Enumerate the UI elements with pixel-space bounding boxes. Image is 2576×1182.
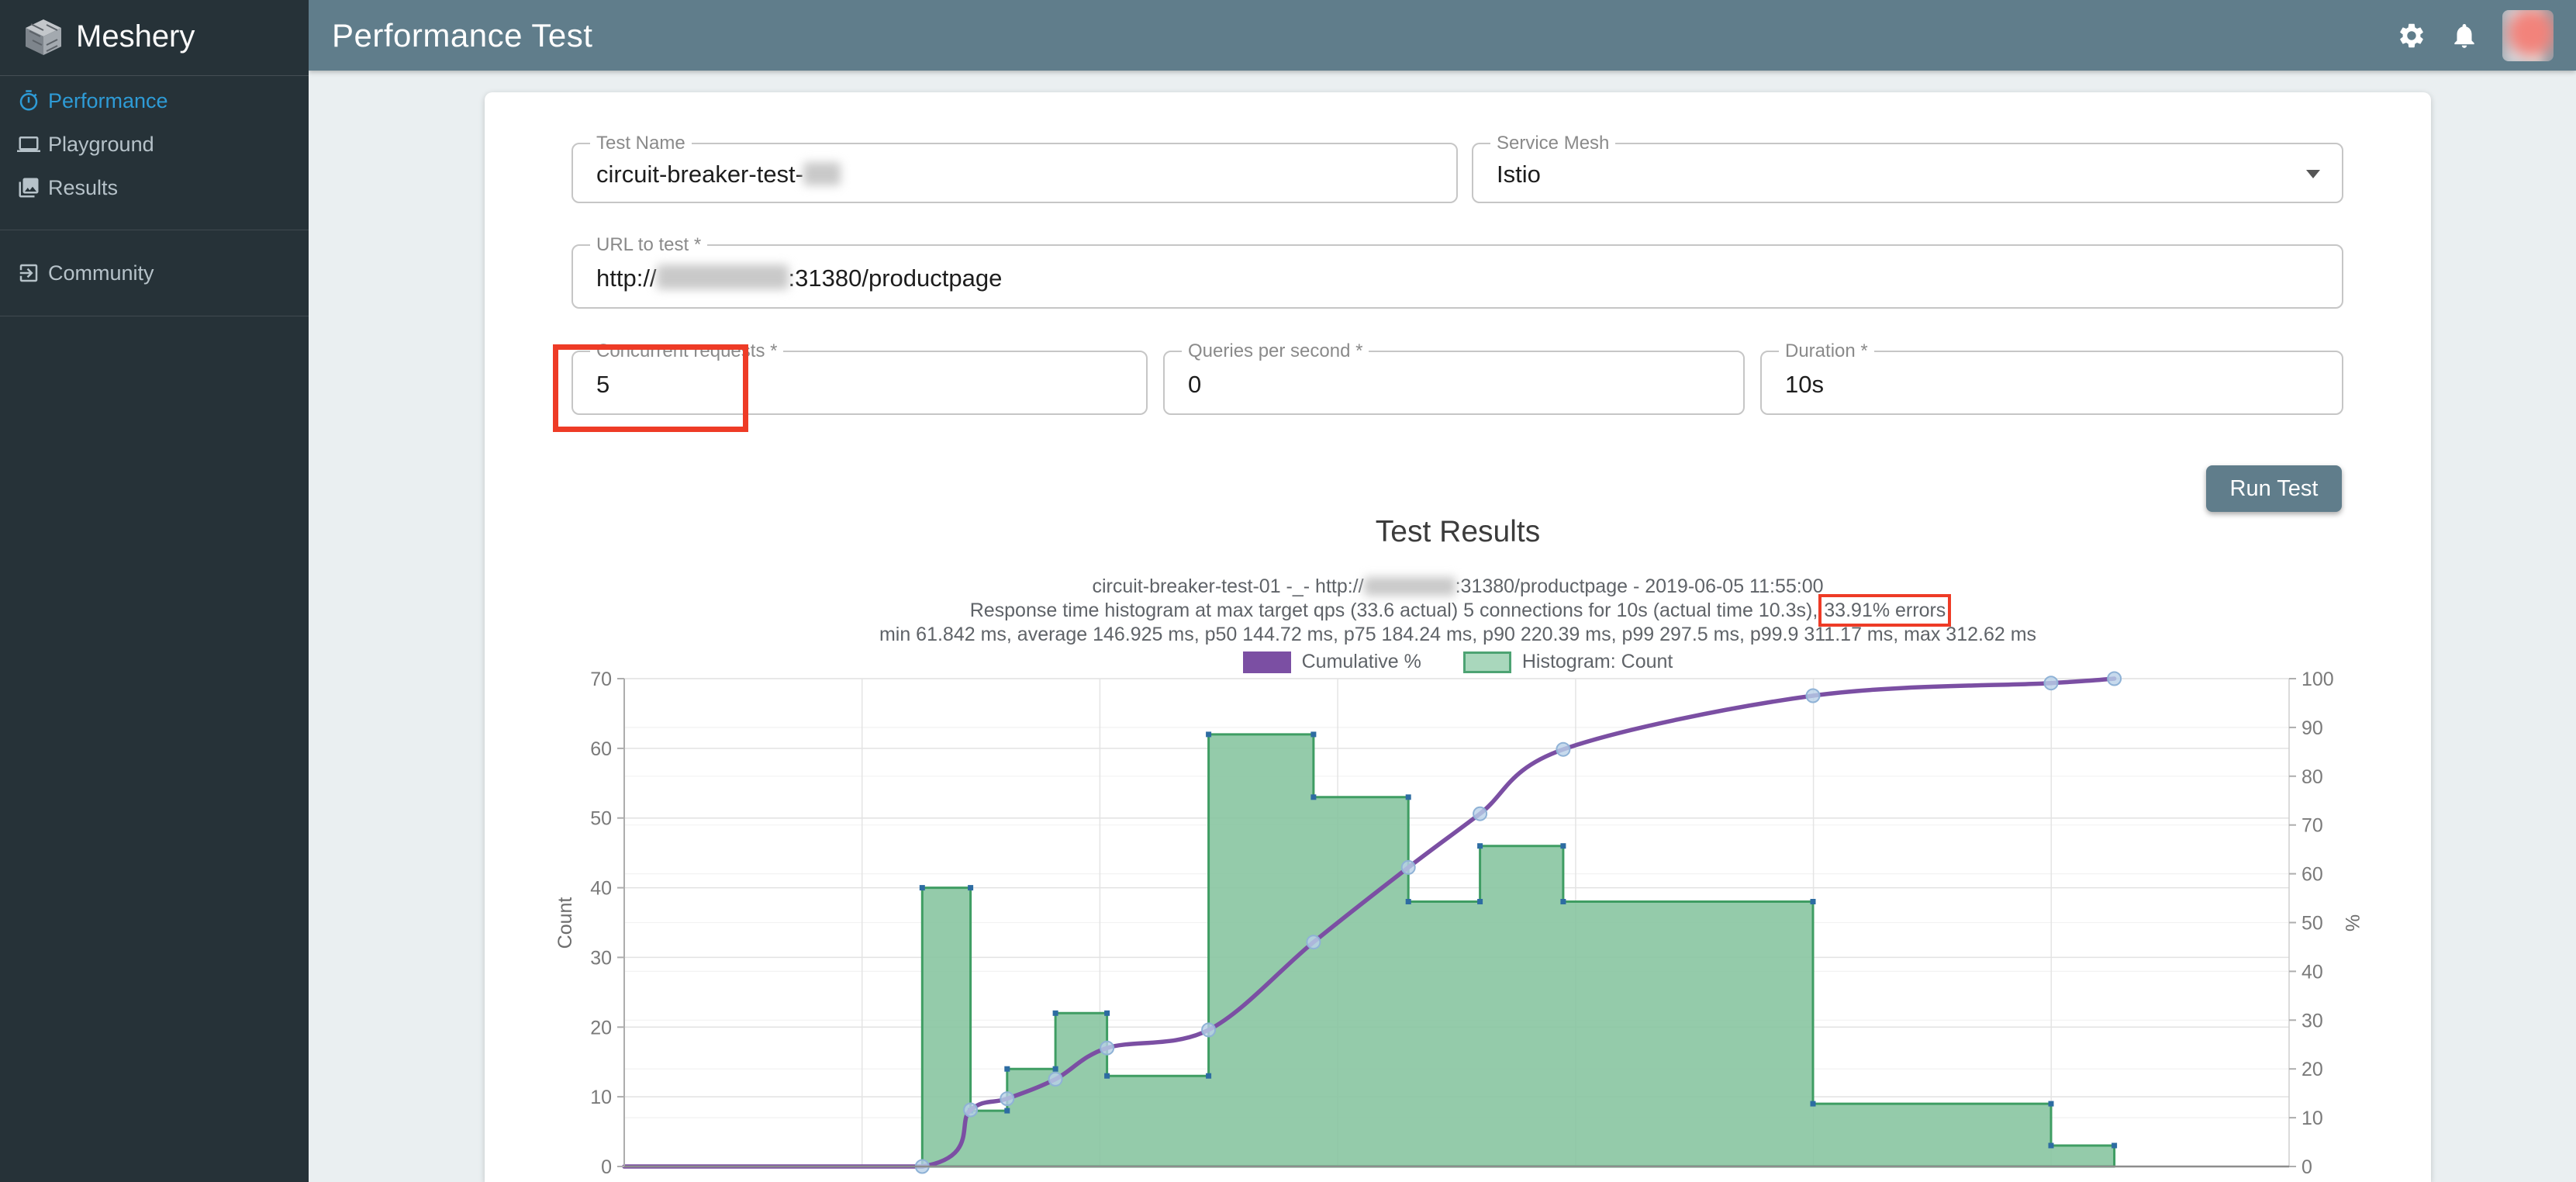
test-name-value: circuit-breaker-test-	[596, 161, 841, 188]
svg-text:10: 10	[590, 1087, 612, 1108]
result-meta: circuit-breaker-test-01 -_- http://:3138…	[485, 575, 2431, 647]
legend-swatch-histogram	[1463, 651, 1511, 673]
annotation-box-error-rate: 33.91% errors	[1824, 600, 1946, 621]
appbar: Performance Test	[309, 0, 2576, 71]
sidebar-item-performance[interactable]: Performance	[0, 79, 309, 123]
notifications-bell-icon[interactable]	[2450, 21, 2479, 50]
sidebar-item-results[interactable]: Results	[0, 166, 309, 209]
concurrent-requests-field[interactable]: Concurrent requests * 5	[571, 351, 1148, 415]
legend-swatch-cumulative	[1243, 651, 1291, 673]
appbar-actions	[2397, 10, 2554, 61]
svg-text:60: 60	[590, 738, 612, 760]
svg-text:40: 40	[590, 878, 612, 900]
stopwatch-icon	[17, 89, 40, 112]
sidebar: Meshery Performance Playground Results	[0, 0, 309, 1182]
meshery-logo-icon	[23, 17, 64, 57]
results-title: Test Results	[485, 515, 2431, 549]
svg-text:20: 20	[2301, 1059, 2323, 1080]
sidebar-item-playground[interactable]: Playground	[0, 123, 309, 166]
settings-gear-icon[interactable]	[2397, 21, 2426, 50]
qps-label: Queries per second *	[1182, 340, 1369, 362]
service-mesh-value: Istio	[1497, 161, 1541, 188]
laptop-icon	[17, 133, 40, 156]
sidebar-item-community[interactable]: Community	[0, 251, 309, 295]
sidebar-item-label: Community	[48, 251, 154, 295]
masked-ip	[657, 264, 789, 289]
svg-text:90: 90	[2301, 717, 2323, 739]
result-meta-line1: circuit-breaker-test-01 -_- http://:3138…	[485, 575, 2431, 599]
svg-text:50: 50	[590, 808, 612, 830]
legend-item-histogram[interactable]: Histogram: Count	[1463, 651, 1673, 673]
concurrent-requests-label: Concurrent requests *	[590, 340, 783, 362]
svg-text:0: 0	[2301, 1156, 2312, 1178]
test-name-label: Test Name	[590, 133, 692, 154]
svg-text:0: 0	[601, 1156, 612, 1178]
result-meta-line3: min 61.842 ms, average 146.925 ms, p50 1…	[485, 623, 2431, 647]
run-test-button[interactable]: Run Test	[2206, 465, 2342, 512]
sidebar-item-label: Performance	[48, 79, 168, 123]
duration-value: 10s	[1785, 371, 1824, 399]
chart-legend: Cumulative % Histogram: Count	[485, 651, 2431, 673]
svg-text:%: %	[2341, 914, 2363, 931]
svg-text:40: 40	[2301, 961, 2323, 983]
masked-text	[803, 162, 841, 185]
svg-text:Count: Count	[554, 897, 576, 949]
qps-value: 0	[1188, 371, 1201, 399]
avatar-blurred-image	[2502, 10, 2554, 61]
svg-text:80: 80	[2301, 766, 2323, 788]
svg-text:50: 50	[2301, 913, 2323, 935]
masked-ip	[1364, 577, 1455, 596]
test-name-field[interactable]: Test Name circuit-breaker-test-	[571, 143, 1458, 203]
duration-label: Duration *	[1779, 340, 1874, 362]
user-avatar[interactable]	[2502, 10, 2554, 61]
sidebar-item-label: Results	[48, 166, 118, 209]
qps-field[interactable]: Queries per second * 0	[1163, 351, 1745, 415]
results-gallery-icon	[17, 176, 40, 199]
results-chart: 0102030405060700102030405060708090100Cou…	[485, 667, 2431, 1182]
concurrent-requests-value: 5	[596, 371, 609, 399]
content-card: Test Name circuit-breaker-test- Service …	[485, 92, 2431, 1182]
service-mesh-select[interactable]: Service Mesh Istio	[1472, 143, 2343, 203]
brand[interactable]: Meshery	[0, 0, 309, 76]
result-meta-line2: Response time histogram at max target qp…	[485, 599, 2431, 623]
url-field[interactable]: URL to test * http://:31380/productpage	[571, 244, 2343, 309]
brand-name: Meshery	[76, 0, 195, 74]
svg-text:30: 30	[590, 947, 612, 969]
url-label: URL to test *	[590, 234, 707, 256]
chevron-down-icon	[2306, 170, 2320, 178]
sidebar-item-label: Playground	[48, 123, 154, 166]
duration-field[interactable]: Duration * 10s	[1760, 351, 2343, 415]
page-title: Performance Test	[332, 17, 2397, 54]
svg-text:70: 70	[2301, 815, 2323, 837]
svg-text:60: 60	[2301, 864, 2323, 886]
svg-text:20: 20	[590, 1017, 612, 1039]
legend-item-cumulative[interactable]: Cumulative %	[1243, 651, 1421, 673]
exit-to-app-icon	[17, 261, 40, 285]
svg-text:10: 10	[2301, 1108, 2323, 1129]
svg-text:30: 30	[2301, 1010, 2323, 1032]
url-value: http://:31380/productpage	[596, 264, 1002, 292]
app-root: Meshery Performance Playground Results	[0, 0, 2576, 1182]
service-mesh-label: Service Mesh	[1490, 133, 1615, 154]
